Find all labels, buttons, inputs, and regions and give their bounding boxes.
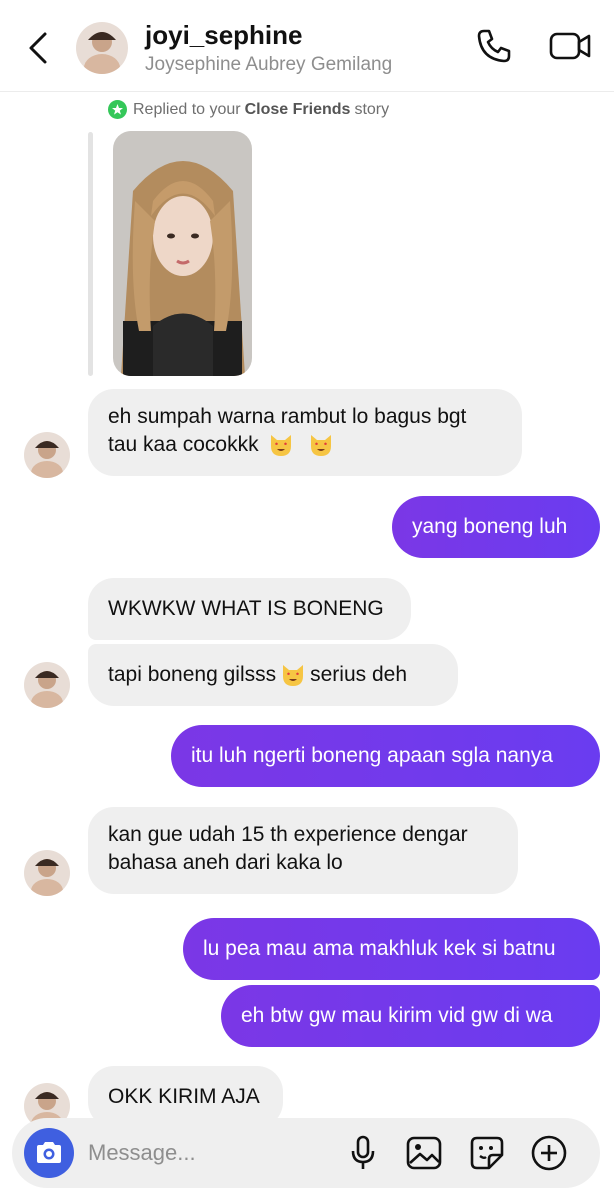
avatar[interactable]	[24, 662, 70, 708]
phone-icon[interactable]	[472, 24, 516, 68]
message-text-line: kan gue udah 15 th experience dengar	[108, 823, 468, 846]
plus-icon[interactable]	[528, 1132, 570, 1174]
story-reply-prefix: Replied to your	[133, 100, 241, 118]
incoming-message[interactable]: kan gue udah 15 th experience dengar bah…	[88, 807, 518, 894]
story-reply-highlight: Close Friends	[244, 100, 351, 118]
message-text: lu pea mau ama makhluk kek si batnu	[203, 937, 556, 960]
outgoing-message[interactable]: eh btw gw mau kirim vid gw di wa	[221, 985, 600, 1047]
message-text: yang boneng luh	[412, 515, 568, 538]
message-text-line: tau kaa cocokkk	[108, 431, 502, 459]
story-reply-bar	[88, 132, 93, 376]
message-text-line: bahasa aneh dari kaka lo	[108, 851, 343, 874]
story-reply-note: Replied to your Close Friends story	[108, 100, 389, 119]
story-reply-suffix: story	[354, 100, 390, 118]
message-text-line: eh sumpah warna rambut lo bagus bgt	[108, 405, 467, 428]
message-text: serius deh	[310, 663, 408, 686]
chat-header: joyi_sephine Joysephine Aubrey Gemilang	[0, 0, 614, 92]
chat-full-name: Joysephine Aubrey Gemilang	[145, 54, 393, 75]
microphone-icon[interactable]	[342, 1132, 384, 1174]
avatar[interactable]	[76, 22, 128, 74]
outgoing-message[interactable]: yang boneng luh	[392, 496, 600, 558]
incoming-message[interactable]: tapi boneng gilsss serius deh	[88, 644, 458, 706]
message-composer	[12, 1118, 600, 1188]
message-input[interactable]	[88, 1136, 338, 1170]
message-text: eh btw gw mau kirim vid gw di wa	[241, 1004, 553, 1027]
close-friends-star-icon	[108, 100, 127, 119]
heart-eyes-cat-emoji-icon	[280, 662, 306, 688]
gallery-icon[interactable]	[403, 1132, 445, 1174]
avatar[interactable]	[24, 850, 70, 896]
incoming-message[interactable]: eh sumpah warna rambut lo bagus bgt tau …	[88, 389, 522, 476]
outgoing-message[interactable]: lu pea mau ama makhluk kek si batnu	[183, 918, 600, 980]
camera-icon[interactable]	[24, 1128, 74, 1178]
story-thumbnail[interactable]	[113, 131, 252, 376]
message-text: OKK KIRIM AJA	[108, 1085, 260, 1108]
avatar[interactable]	[24, 432, 70, 478]
message-text: WKWKW WHAT IS BONENG	[108, 597, 384, 620]
sticker-icon[interactable]	[466, 1132, 508, 1174]
heart-eyes-cat-emoji-icon	[268, 432, 294, 458]
video-camera-icon[interactable]	[546, 24, 594, 68]
heart-eyes-cat-emoji-icon	[308, 432, 334, 458]
incoming-message[interactable]: WKWKW WHAT IS BONENG	[88, 578, 411, 640]
back-chevron-icon[interactable]	[20, 28, 56, 68]
message-text: itu luh ngerti boneng apaan sgla nanya	[191, 744, 553, 767]
message-text: tapi boneng gilsss	[108, 663, 277, 686]
chat-username[interactable]: joyi_sephine	[145, 20, 303, 51]
outgoing-message[interactable]: itu luh ngerti boneng apaan sgla nanya	[171, 725, 600, 787]
